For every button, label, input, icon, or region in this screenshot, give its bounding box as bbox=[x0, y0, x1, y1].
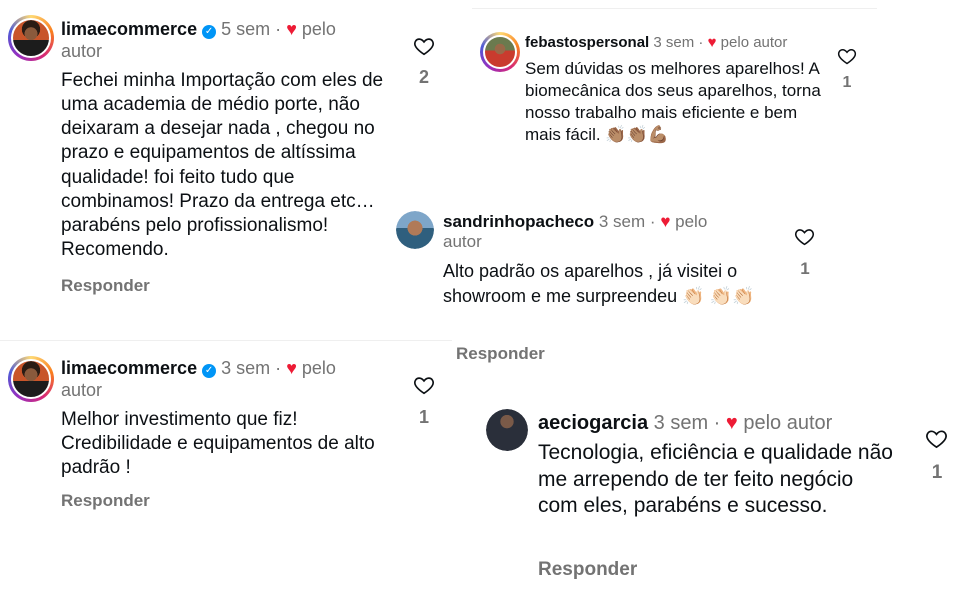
avatar[interactable] bbox=[486, 409, 528, 451]
comment-header: limaecommerce ✓ 5 sem · ♥ pelo autor bbox=[61, 19, 336, 62]
username[interactable]: limaecommerce bbox=[61, 19, 197, 39]
timestamp[interactable]: 5 sem bbox=[221, 19, 270, 39]
timestamp[interactable]: 3 sem bbox=[221, 358, 270, 378]
author-like-heart-icon: ♥ bbox=[286, 19, 297, 39]
avatar[interactable] bbox=[8, 15, 54, 61]
heart-like-icon[interactable] bbox=[413, 35, 435, 57]
author-like-heart-icon: ♥ bbox=[286, 358, 297, 378]
author-like-label-cont: autor bbox=[443, 232, 482, 252]
username[interactable]: limaecommerce bbox=[61, 358, 197, 378]
username[interactable]: sandrinhopacheco bbox=[443, 212, 594, 231]
comment-card: limaecommerce ✓ 5 sem · ♥ pelo autor Fec… bbox=[0, 0, 452, 330]
comment-text: Melhor investimento que fiz! Credibilida… bbox=[61, 409, 375, 479]
heart-like-icon[interactable] bbox=[794, 226, 815, 247]
author-like-label: pelo autor bbox=[743, 412, 833, 434]
separator-dot: · bbox=[649, 212, 656, 231]
comment-card: aeciogarcia 3 sem · ♥ pelo autor Tecnolo… bbox=[478, 392, 968, 587]
author-like-label: pelo bbox=[301, 358, 336, 378]
author-like-label: pelo bbox=[301, 19, 336, 39]
author-like-label: pelo autor bbox=[720, 34, 788, 51]
comment-text: Alto padrão os aparelhos , já visitei o … bbox=[443, 261, 755, 307]
comment-header: limaecommerce ✓ 3 sem · ♥ pelo autor bbox=[61, 358, 336, 401]
reply-button[interactable]: Responder bbox=[61, 276, 150, 296]
divider bbox=[472, 8, 877, 9]
comment-card: febastospersonal 3 sem · ♥ pelo autor Se… bbox=[472, 10, 892, 185]
comment-header: aeciogarcia 3 sem · ♥ pelo autor bbox=[538, 411, 832, 435]
username[interactable]: febastospersonal bbox=[525, 34, 649, 51]
reply-button[interactable]: Responder bbox=[538, 559, 637, 581]
avatar[interactable] bbox=[480, 32, 520, 72]
heart-like-icon[interactable] bbox=[925, 427, 948, 450]
timestamp[interactable]: 3 sem bbox=[599, 212, 645, 231]
reply-button[interactable]: Responder bbox=[456, 344, 545, 364]
like-count: 1 bbox=[418, 407, 429, 427]
author-like-heart-icon: ♥ bbox=[725, 412, 738, 434]
avatar[interactable] bbox=[396, 211, 434, 249]
like-count: 1 bbox=[800, 259, 810, 278]
comment-card: sandrinhopacheco 3 sem · ♥ pelo autor Al… bbox=[390, 195, 830, 370]
author-like-heart-icon: ♥ bbox=[660, 212, 671, 231]
username[interactable]: aeciogarcia bbox=[538, 412, 648, 434]
verified-badge-icon: ✓ bbox=[202, 364, 217, 378]
author-like-label: pelo bbox=[675, 212, 708, 231]
like-count: 1 bbox=[931, 462, 943, 483]
avatar[interactable] bbox=[8, 356, 54, 402]
separator-dot: · bbox=[713, 412, 721, 434]
timestamp[interactable]: 3 sem bbox=[654, 412, 708, 434]
heart-like-icon[interactable] bbox=[837, 46, 857, 66]
comment-text: Tecnologia, eficiência e qualidade não m… bbox=[538, 441, 893, 518]
comment-text: Fechei minha Importação com eles de uma … bbox=[61, 70, 384, 260]
separator-dot: · bbox=[275, 358, 282, 378]
comment-card: limaecommerce ✓ 3 sem · ♥ pelo autor Mel… bbox=[0, 341, 452, 531]
heart-like-icon[interactable] bbox=[413, 374, 435, 396]
author-like-heart-icon: ♥ bbox=[707, 34, 717, 51]
reply-button[interactable]: Responder bbox=[61, 491, 150, 511]
author-like-label-cont: autor bbox=[61, 40, 103, 61]
comment-header: febastospersonal 3 sem · ♥ pelo autor bbox=[525, 34, 787, 52]
separator-dot: · bbox=[275, 19, 282, 39]
comment-header: sandrinhopacheco 3 sem · ♥ pelo autor bbox=[443, 212, 707, 253]
comment-text: Sem dúvidas os melhores aparelhos! A bio… bbox=[525, 59, 821, 145]
like-count: 2 bbox=[418, 67, 429, 87]
author-like-label-cont: autor bbox=[61, 379, 103, 400]
separator-dot: · bbox=[698, 34, 704, 51]
verified-badge-icon: ✓ bbox=[202, 25, 217, 39]
timestamp[interactable]: 3 sem bbox=[653, 34, 694, 51]
like-count: 1 bbox=[842, 74, 852, 91]
